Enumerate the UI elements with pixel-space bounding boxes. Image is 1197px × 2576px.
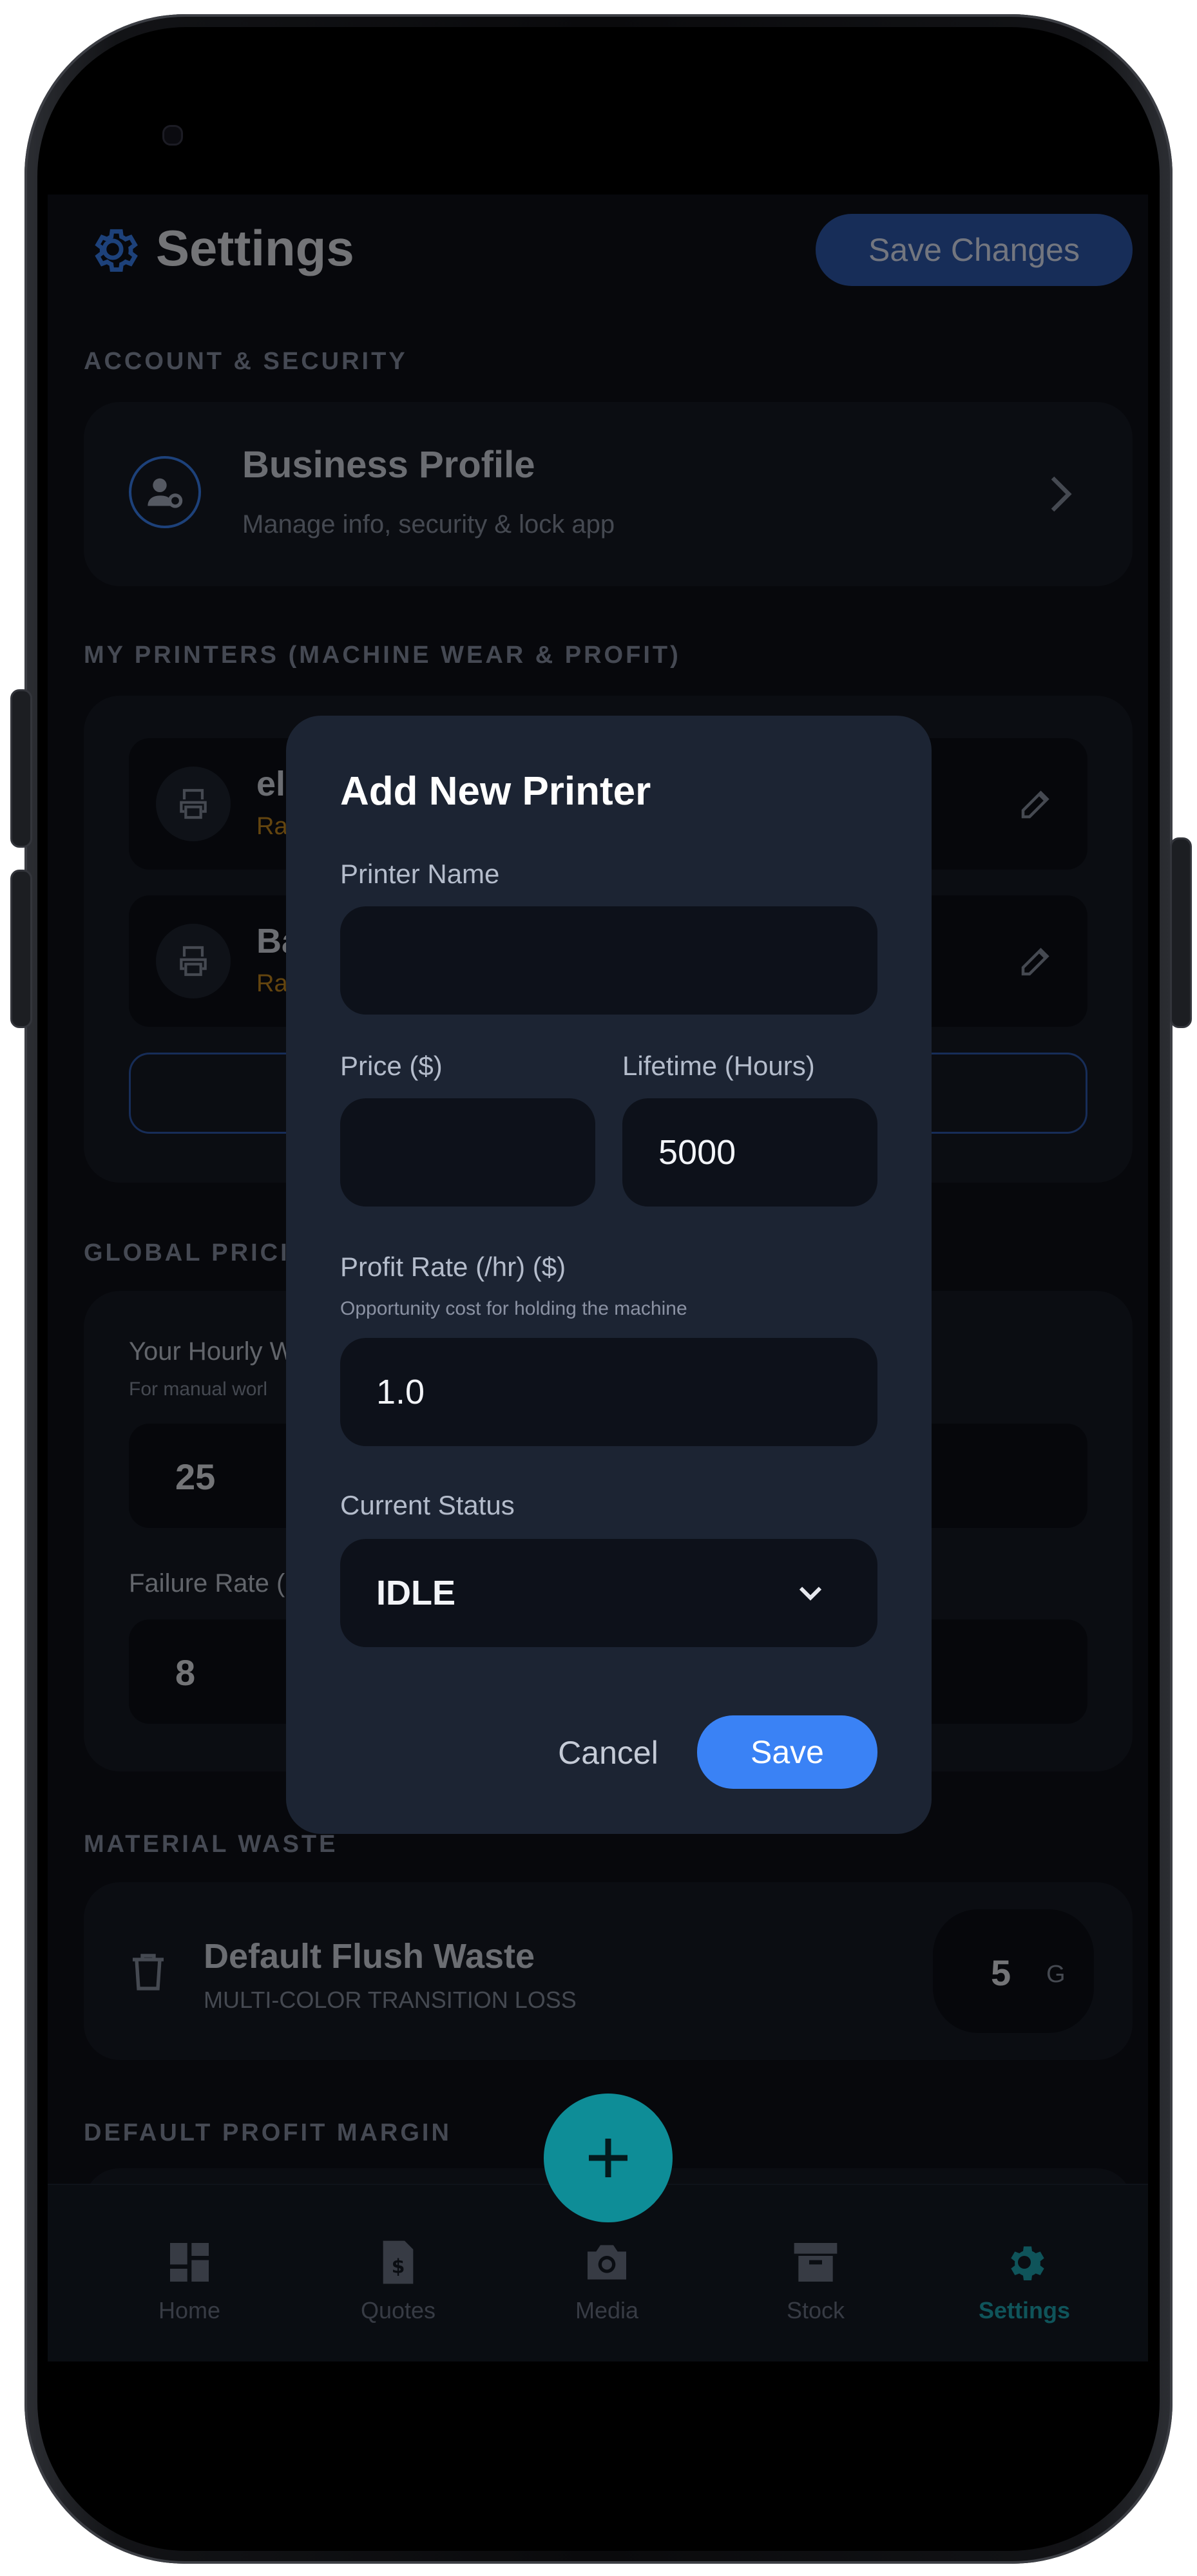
chevron-down-icon <box>799 1587 822 1601</box>
profit-rate-input[interactable]: 1.0 <box>340 1338 877 1446</box>
status-select[interactable]: IDLE <box>340 1539 877 1647</box>
status-value: IDLE <box>376 1574 456 1612</box>
power-button <box>1170 837 1192 1028</box>
price-input[interactable] <box>340 1098 595 1207</box>
save-button[interactable]: Save <box>697 1715 877 1789</box>
dialog-title: Add New Printer <box>340 769 651 814</box>
add-printer-dialog: Add New Printer Printer Name Price ($) L… <box>286 716 932 1834</box>
profit-rate-subtitle: Opportunity cost for holding the machine <box>340 1298 687 1319</box>
add-fab-button[interactable] <box>544 2094 673 2222</box>
profit-rate-label: Profit Rate (/hr) ($) <box>340 1252 566 1282</box>
app-screen: Settings Save Changes ACCOUNT & SECURITY… <box>48 195 1148 2361</box>
lifetime-input[interactable]: 5000 <box>622 1098 877 1207</box>
volume-up-button <box>10 689 32 848</box>
printer-name-input[interactable] <box>340 906 877 1015</box>
price-label: Price ($) <box>340 1051 443 1081</box>
cancel-button[interactable]: Cancel <box>544 1721 673 1785</box>
lifetime-label: Lifetime (Hours) <box>622 1051 815 1081</box>
status-label: Current Status <box>340 1490 515 1520</box>
printer-name-label: Printer Name <box>340 859 500 889</box>
front-camera-icon <box>162 125 183 146</box>
plus-icon <box>589 2139 627 2177</box>
volume-down-button <box>10 870 32 1028</box>
